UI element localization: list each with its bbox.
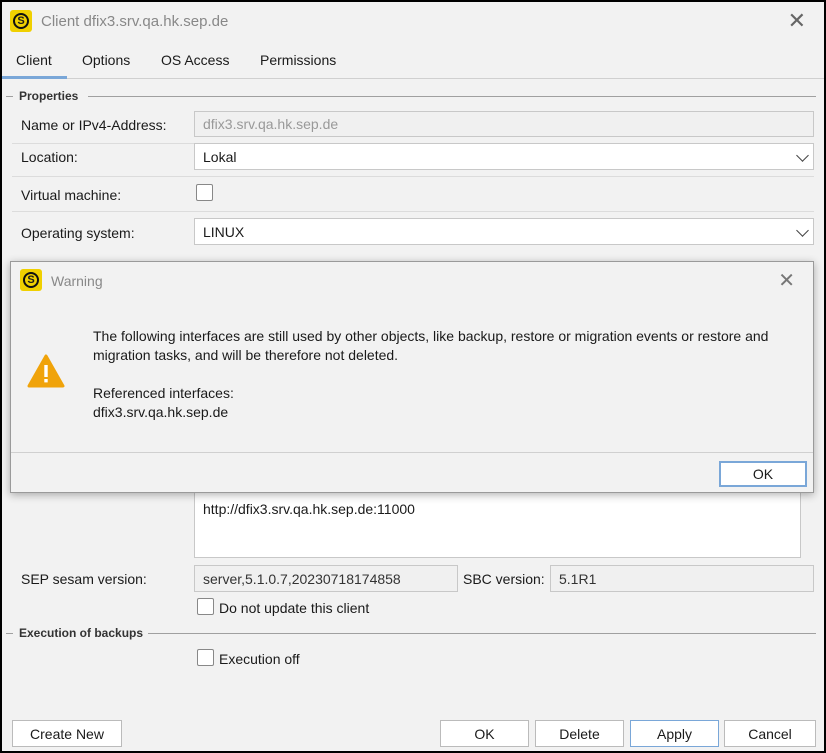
sesam-version-label: SEP sesam version: xyxy=(21,571,147,587)
warning-ok-button[interactable]: OK xyxy=(719,461,807,487)
warning-dialog: S Warning ✕ The following interfaces are… xyxy=(10,261,814,493)
close-icon[interactable]: ✕ xyxy=(778,268,795,293)
sesam-version-field: server,5.1.0.7,20230718174858 xyxy=(194,565,458,592)
no-update-checkbox[interactable] xyxy=(197,598,214,615)
window-title: Client dfix3.srv.qa.hk.sep.de xyxy=(41,13,229,30)
referenced-label: Referenced interfaces: xyxy=(93,385,234,401)
properties-section: Properties xyxy=(19,89,79,103)
location-value: Lokal xyxy=(203,148,237,165)
tab-os-access[interactable]: OS Access xyxy=(161,52,229,68)
create-new-button[interactable]: Create New xyxy=(12,720,122,747)
sbc-version-label: SBC version: xyxy=(463,571,545,587)
execution-off-checkbox[interactable] xyxy=(197,649,214,666)
interface-item: http://dfix3.srv.qa.hk.sep.de:11000 xyxy=(203,501,415,517)
tab-client[interactable]: Client xyxy=(16,52,52,68)
os-select[interactable]: LINUX xyxy=(194,218,814,245)
os-label: Operating system: xyxy=(21,225,135,241)
location-label: Location: xyxy=(21,149,78,165)
sesam-logo-icon: S xyxy=(20,269,42,291)
execution-section: Execution of backups xyxy=(19,626,144,640)
location-select[interactable]: Lokal xyxy=(194,143,814,170)
referenced-value: dfix3.srv.qa.hk.sep.de xyxy=(93,404,229,420)
vm-checkbox[interactable] xyxy=(196,184,213,201)
active-tab-indicator xyxy=(2,76,67,79)
sbc-version-field: 5.1R1 xyxy=(550,565,814,592)
tab-permissions[interactable]: Permissions xyxy=(260,52,336,68)
name-label: Name or IPv4-Address: xyxy=(21,117,167,133)
chevron-down-icon xyxy=(796,149,809,162)
warning-icon xyxy=(27,354,65,388)
close-icon[interactable]: ✕ xyxy=(788,8,806,34)
no-update-label: Do not update this client xyxy=(219,600,370,616)
execution-off-label: Execution off xyxy=(219,651,300,667)
warning-title: Warning xyxy=(51,273,103,289)
name-field[interactable]: dfix3.srv.qa.hk.sep.de xyxy=(194,111,814,137)
sesam-logo-icon: S xyxy=(10,10,32,32)
cancel-button[interactable]: Cancel xyxy=(724,720,816,747)
apply-button[interactable]: Apply xyxy=(630,720,719,747)
tab-options[interactable]: Options xyxy=(82,52,130,68)
ok-button[interactable]: OK xyxy=(440,720,529,747)
os-value: LINUX xyxy=(203,223,245,240)
chevron-down-icon xyxy=(796,224,809,237)
warning-message: The following interfaces are still used … xyxy=(93,328,769,363)
vm-label: Virtual machine: xyxy=(21,187,122,203)
delete-button[interactable]: Delete xyxy=(535,720,624,747)
